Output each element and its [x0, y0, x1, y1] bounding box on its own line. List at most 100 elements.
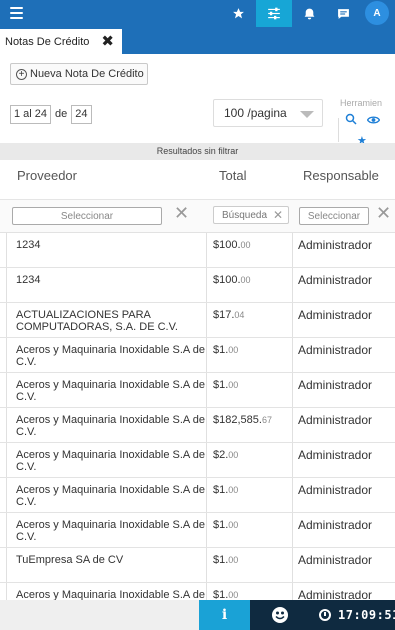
total-cents: 00	[240, 240, 251, 250]
status-area: 17:09:51	[250, 600, 395, 630]
cell-proveedor: TuEmpresa SA de CV	[6, 548, 207, 582]
pagination: 1 al 24 de 24	[10, 104, 92, 124]
cell-responsable: Administrador	[298, 308, 373, 322]
total-amount: $17.	[213, 309, 235, 321]
clock-icon	[319, 609, 331, 621]
cell-total: $1.00	[207, 548, 293, 582]
cell-responsable: Administrador	[298, 413, 373, 427]
menu-icon[interactable]	[10, 7, 23, 19]
table-row[interactable]: ACTUALIZACIONES PARA COMPUTADORAS, S.A. …	[0, 303, 395, 338]
total-amount: $100.	[213, 239, 241, 251]
cell-proveedor: 1234	[6, 233, 207, 267]
cell-proveedor: Aceros y Maquinaria Inoxidable S.A de C.…	[6, 338, 207, 372]
cell-proveedor: Aceros y Maquinaria Inoxidable S.A de C.…	[6, 513, 207, 547]
total-cents: 00	[228, 590, 239, 600]
total-amount: $1.	[213, 344, 229, 356]
total-amount: $1.	[213, 379, 229, 391]
total-amount: $1.	[213, 554, 229, 566]
cell-proveedor: Aceros y Maquinaria Inoxidable S.A de C.…	[6, 373, 207, 407]
cell-total: $1.00	[207, 373, 293, 407]
per-page-value: 100 /pagina	[224, 106, 287, 120]
avatar[interactable]: A	[365, 1, 389, 25]
sliders-icon[interactable]	[256, 0, 292, 27]
total-amount: $2.	[213, 449, 229, 461]
tab-bar: Notas De Crédito ✖	[0, 27, 395, 54]
search-icon[interactable]	[345, 113, 357, 125]
table-filter-row: Seleccionar ✕ Seleccionar ✕	[0, 200, 395, 233]
responsable-filter-select[interactable]: Seleccionar	[299, 207, 369, 225]
new-credit-note-label: Nueva Nota De Crédito	[30, 68, 144, 80]
cell-responsable: Administrador	[298, 553, 373, 567]
total-cents: 00	[240, 275, 251, 285]
header-total[interactable]: Total	[219, 168, 246, 183]
chat-icon[interactable]	[328, 0, 358, 27]
info-button[interactable]: i	[199, 600, 250, 630]
cell-total: $1.00	[207, 513, 293, 547]
new-credit-note-button[interactable]: + Nueva Nota De Crédito	[10, 63, 148, 85]
total-cents: 00	[228, 380, 239, 390]
cell-total: $100.00	[207, 268, 293, 302]
table-row[interactable]: 1234 $100.00 Administrador	[0, 268, 395, 303]
cell-total: $2.00	[207, 443, 293, 477]
per-page-select[interactable]: 100 /pagina	[213, 99, 323, 127]
tools-label: Herramien	[340, 98, 383, 108]
total-amount: $1.	[213, 519, 229, 531]
cell-total: $1.00	[207, 478, 293, 512]
table-row[interactable]: Aceros y Maquinaria Inoxidable S.A de C.…	[0, 443, 395, 478]
top-navbar: A	[0, 0, 395, 27]
table-row[interactable]: Aceros y Maquinaria Inoxidable S.A de C.…	[0, 338, 395, 373]
table-row[interactable]: Aceros y Maquinaria Inoxidable S.A de C.…	[0, 373, 395, 408]
total-amount: $182,585.	[213, 414, 262, 426]
cell-responsable: Administrador	[298, 343, 373, 357]
cell-proveedor: 1234	[6, 268, 207, 302]
chevron-down-icon	[300, 111, 314, 118]
total-cents: 00	[228, 485, 239, 495]
clear-responsable-filter-icon[interactable]: ✕	[376, 203, 391, 224]
table-body: 1234 $100.00 Administrador 1234 $100.00 Admin…	[0, 233, 395, 618]
cell-proveedor: Aceros y Maquinaria Inoxidable S.A de C.…	[6, 478, 207, 512]
plus-icon: +	[16, 68, 27, 80]
cell-responsable: Administrador	[298, 483, 373, 497]
total-amount: $100.	[213, 274, 241, 286]
proveedor-filter-select[interactable]: Seleccionar	[12, 207, 162, 225]
smiley-icon[interactable]	[272, 607, 288, 623]
tools-divider	[338, 118, 339, 142]
clear-total-filter-icon[interactable]: ✕	[273, 208, 283, 222]
tab-label: Notas De Crédito	[5, 35, 90, 48]
table-header: Proveedor Total Responsable	[0, 160, 395, 200]
cell-responsable: Administrador	[298, 273, 373, 287]
table-row[interactable]: Aceros y Maquinaria Inoxidable S.A de C.…	[0, 408, 395, 443]
page-of-label: de	[55, 108, 68, 120]
header-responsable[interactable]: Responsable	[303, 168, 379, 183]
page-range[interactable]: 1 al 24	[10, 104, 52, 124]
total-cents: 00	[228, 345, 239, 355]
tab-notas-de-credito[interactable]: Notas De Crédito ✖	[0, 29, 122, 54]
table-row[interactable]: Aceros y Maquinaria Inoxidable S.A de C.…	[0, 513, 395, 548]
cell-responsable: Administrador	[298, 378, 373, 392]
total-cents: 00	[228, 555, 239, 565]
close-icon[interactable]: ✖	[101, 32, 114, 50]
total-search-input[interactable]: Búsqueda ✕	[213, 206, 289, 224]
total-amount: $1.	[213, 484, 229, 496]
cell-total: $1.00	[207, 338, 293, 372]
page-total: 24	[71, 104, 92, 124]
cell-total: $182,585.67	[207, 408, 293, 442]
clear-proveedor-filter-icon[interactable]: ✕	[174, 203, 189, 224]
clock-time: 17:09:51	[338, 608, 395, 622]
table-row[interactable]: Aceros y Maquinaria Inoxidable S.A de C.…	[0, 478, 395, 513]
cell-total: $100.00	[207, 233, 293, 267]
cell-proveedor: Aceros y Maquinaria Inoxidable S.A de C.…	[6, 408, 207, 442]
table-row[interactable]: TuEmpresa SA de CV $1.00 Administrador	[0, 548, 395, 583]
table-row[interactable]: 1234 $100.00 Administrador	[0, 233, 395, 268]
eye-icon[interactable]	[366, 114, 381, 126]
total-cents: 00	[228, 450, 239, 460]
total-cents: 00	[228, 520, 239, 530]
header-proveedor[interactable]: Proveedor	[17, 168, 77, 183]
total-search-placeholder: Búsqueda	[222, 209, 268, 221]
cell-responsable: Administrador	[298, 238, 373, 252]
bell-icon[interactable]	[294, 0, 324, 27]
star-icon[interactable]	[223, 0, 253, 27]
bottom-bar: i 17:09:51	[0, 600, 395, 630]
cell-responsable: Administrador	[298, 448, 373, 462]
total-cents: 67	[261, 415, 272, 425]
